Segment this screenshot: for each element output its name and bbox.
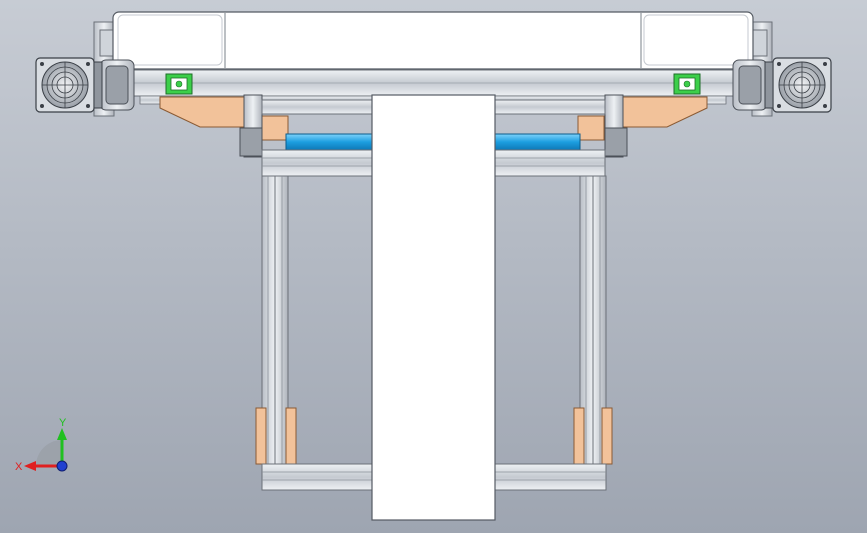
right-rail-block [673, 73, 701, 95]
central-panel[interactable] [371, 94, 496, 521]
left-fan-icon [35, 57, 103, 113]
left-rail-block [165, 73, 193, 95]
y-axis-label: Y [59, 417, 67, 429]
coordinate-triad[interactable]: Y X [15, 417, 68, 473]
right-plate-block [752, 29, 768, 57]
assembly-drawing[interactable]: Y X [0, 0, 867, 533]
top-cover [112, 11, 754, 70]
z-axis-dot [56, 460, 68, 472]
left-plate-block [99, 29, 115, 57]
cad-viewport[interactable]: Y X [0, 0, 867, 533]
right-blue-shaft [493, 133, 581, 151]
right-fan-icon [764, 57, 832, 113]
triad-plane-icon [36, 440, 62, 466]
x-axis-label: X [15, 461, 23, 473]
left-blue-shaft [285, 133, 375, 151]
